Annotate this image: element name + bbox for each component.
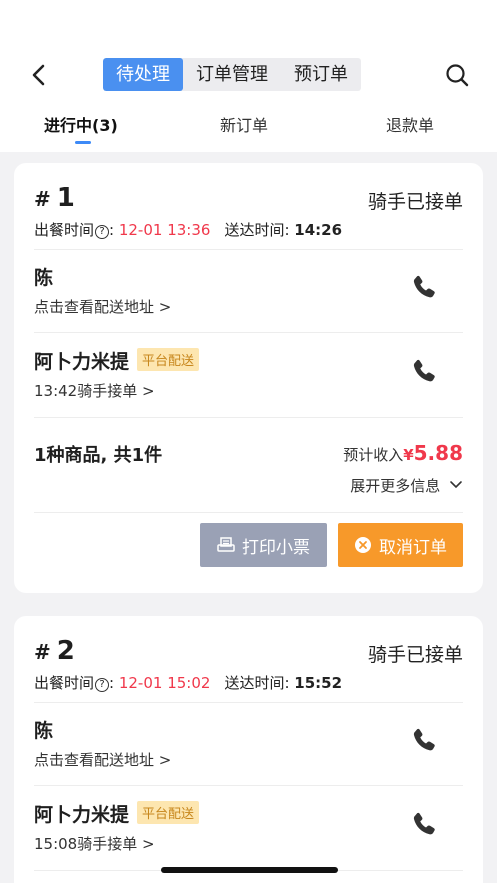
goods-summary: 1种商品, 共1件 xyxy=(34,445,163,466)
expand-label: 展开更多信息 xyxy=(350,477,441,495)
question-circle-icon[interactable]: ? xyxy=(95,225,110,239)
currency-symbol: ¥ xyxy=(403,446,414,464)
segment-control: 待处理 订单管理 预订单 xyxy=(103,58,361,91)
tab-new-orders[interactable]: 新订单 xyxy=(220,112,268,136)
rider-accept-label: 15:08骑手接单 xyxy=(34,835,138,853)
tab-refunds[interactable]: 退款单 xyxy=(386,112,434,136)
order-card: #2 骑手已接单 出餐时间?: 12-01 15:02 送达时间: 15:52 陈… xyxy=(14,616,483,883)
search-icon[interactable] xyxy=(444,62,470,88)
time-row: 出餐时间?: 12-01 13:36 送达时间: 14:26 xyxy=(34,221,343,239)
rider-name-text: 阿卜力米提 xyxy=(34,351,130,373)
chevron-right-icon: > xyxy=(158,751,172,769)
estimated-income: 预计收入¥5.88 xyxy=(343,441,463,465)
segment-pending[interactable]: 待处理 xyxy=(103,58,183,91)
delivery-time-label: 送达时间: xyxy=(224,674,290,692)
order-number: #1 xyxy=(34,183,75,213)
view-address-link[interactable]: 点击查看配送地址 > xyxy=(34,749,171,770)
cancel-order-button[interactable]: 取消订单 xyxy=(338,523,463,567)
meal-time-label: 出餐时间 xyxy=(34,674,95,692)
meal-time-value: 12-01 15:02 xyxy=(118,674,211,692)
view-address-label: 点击查看配送地址 xyxy=(34,751,155,769)
tab-active-indicator xyxy=(75,141,91,144)
order-card: #1 骑手已接单 出餐时间?: 12-01 13:36 送达时间: 14:26 陈… xyxy=(14,163,483,593)
order-hash: # xyxy=(34,640,51,664)
phone-icon[interactable] xyxy=(409,726,439,756)
order-status: 骑手已接单 xyxy=(367,191,463,213)
chevron-right-icon: > xyxy=(142,835,155,853)
platform-delivery-badge: 平台配送 xyxy=(137,348,200,371)
phone-icon[interactable] xyxy=(409,810,439,840)
header: 待处理 订单管理 预订单 进行中(3) 新订单 退款单 xyxy=(0,0,497,152)
meal-time-label: 出餐时间 xyxy=(34,221,95,239)
order-status: 骑手已接单 xyxy=(367,644,463,666)
divider xyxy=(34,785,463,786)
delivery-time-value: 15:52 xyxy=(294,674,343,692)
divider xyxy=(34,417,463,418)
chevron-right-icon: > xyxy=(158,298,172,316)
order-number-value: 2 xyxy=(56,636,75,666)
view-address-link[interactable]: 点击查看配送地址 > xyxy=(34,296,171,317)
meal-time-value: 12-01 13:36 xyxy=(118,221,211,239)
customer-name: 陈 xyxy=(34,267,54,289)
segment-order-management[interactable]: 订单管理 xyxy=(183,58,281,91)
phone-icon[interactable] xyxy=(409,273,439,303)
divider xyxy=(34,249,463,250)
customer-name: 陈 xyxy=(34,720,54,742)
order-hash: # xyxy=(34,187,51,211)
divider xyxy=(34,332,463,333)
chevron-right-icon: > xyxy=(142,382,155,400)
print-receipt-button[interactable]: 打印小票 xyxy=(200,523,327,567)
order-tabs: 进行中(3) 新订单 退款单 xyxy=(0,112,497,152)
home-indicator xyxy=(161,867,338,873)
income-label: 预计收入 xyxy=(343,446,404,464)
segment-reservations[interactable]: 预订单 xyxy=(281,58,361,91)
printer-icon xyxy=(217,537,235,552)
back-icon[interactable] xyxy=(26,62,52,88)
rider-name: 阿卜力米提 平台配送 xyxy=(34,347,200,374)
divider xyxy=(34,702,463,703)
tab-in-progress[interactable]: 进行中(3) xyxy=(44,112,118,136)
rider-name-text: 阿卜力米提 xyxy=(34,804,130,826)
view-address-label: 点击查看配送地址 xyxy=(34,298,155,316)
platform-delivery-badge: 平台配送 xyxy=(137,801,200,824)
phone-icon[interactable] xyxy=(409,357,439,387)
chevron-down-icon xyxy=(450,481,462,489)
rider-accept-link[interactable]: 13:42骑手接单 > xyxy=(34,380,155,401)
rider-accept-link[interactable]: 15:08骑手接单 > xyxy=(34,833,155,854)
close-circle-icon xyxy=(355,537,371,553)
order-number: #2 xyxy=(34,636,75,666)
delivery-time-value: 14:26 xyxy=(294,221,343,239)
divider xyxy=(34,512,463,513)
time-row: 出餐时间?: 12-01 15:02 送达时间: 15:52 xyxy=(34,674,343,692)
order-number-value: 1 xyxy=(56,183,75,213)
income-amount: 5.88 xyxy=(413,441,463,465)
rider-name: 阿卜力米提 平台配送 xyxy=(34,800,200,827)
print-receipt-label: 打印小票 xyxy=(242,537,310,558)
rider-accept-label: 13:42骑手接单 xyxy=(34,382,138,400)
cancel-order-label: 取消订单 xyxy=(379,537,447,558)
delivery-time-label: 送达时间: xyxy=(224,221,290,239)
question-circle-icon[interactable]: ? xyxy=(95,678,110,692)
orders-page: 待处理 订单管理 预订单 进行中(3) 新订单 退款单 #1 骑手已接单 出餐时… xyxy=(0,0,497,883)
expand-more-info[interactable]: 展开更多信息 xyxy=(350,475,463,496)
